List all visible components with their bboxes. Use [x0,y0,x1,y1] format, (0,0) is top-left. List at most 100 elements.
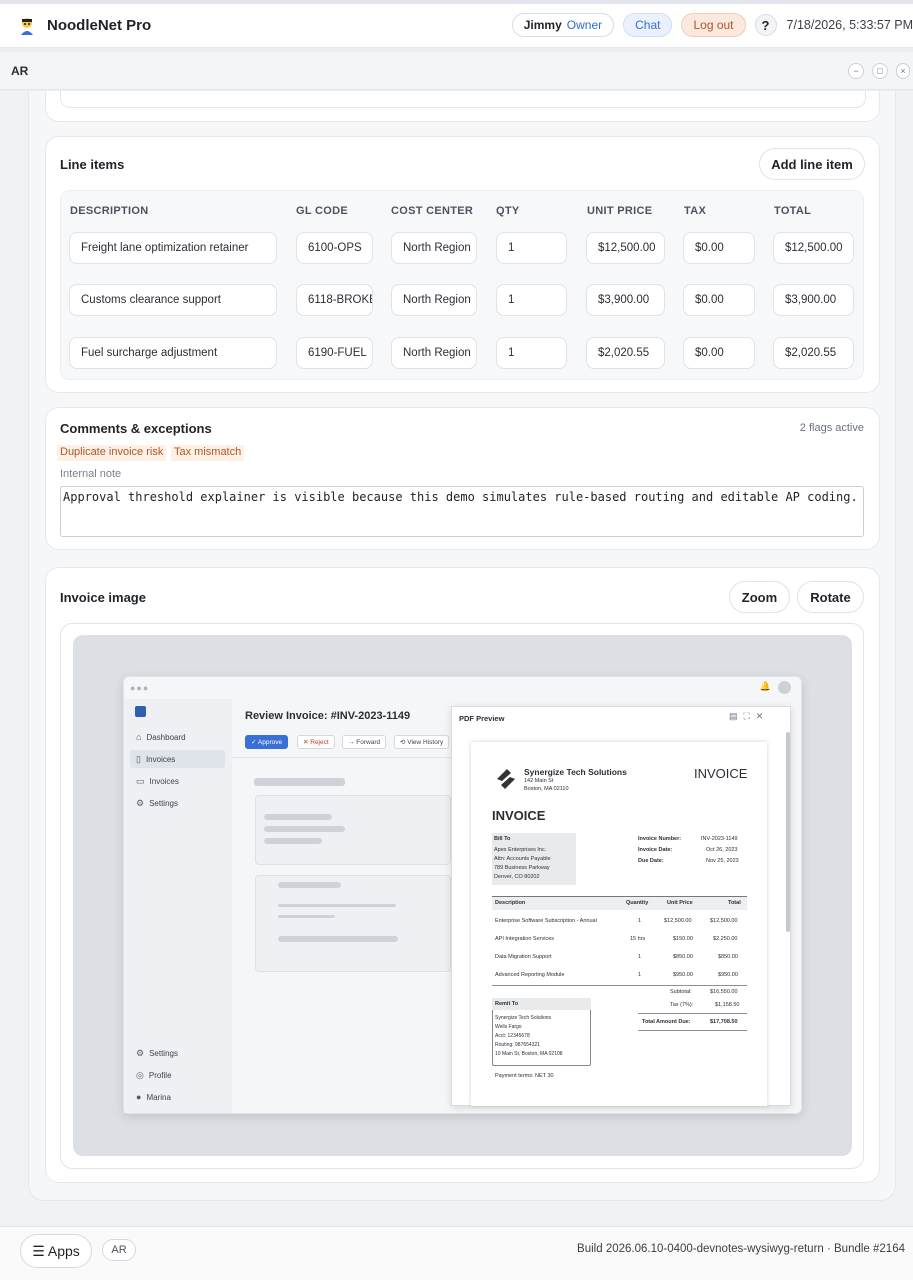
pdf-row-price: $850.00 [673,954,693,960]
avatar-icon [778,681,791,694]
close-button[interactable]: × [896,63,910,79]
skeleton-line [254,778,345,786]
invoice-meta-value: Oct 26, 2023 [706,847,738,853]
company-logo-icon [493,765,519,798]
description-input[interactable]: Customs clearance support [69,284,277,316]
skeleton-line [264,838,322,844]
user-role: Owner [566,18,603,32]
note-label: Internal note [60,468,122,480]
pdf-col-header: Description [495,900,526,906]
mock-nav-dashboard: ⌂ Dashboard [136,732,186,742]
skeleton-line [278,936,398,942]
bottom-bar: ☰ Apps AR Build 2026.06.10-0400-devnotes… [0,1226,913,1280]
previous-field[interactable] [60,91,866,108]
cost-center-input[interactable]: North Region [391,284,477,316]
column-header: COST CENTER [391,205,474,217]
pdf-toolbar-icons: ▤⛶✕ [729,711,770,721]
remit-line: 10 Main St, Boston, MA 02108 [495,1051,563,1057]
zoom-button[interactable]: Zoom [729,581,790,613]
mock-logo-icon [135,706,146,717]
remit-line: Acct: 12345678 [495,1033,530,1039]
qty-input[interactable]: 1 [496,337,567,369]
unit-price-input[interactable]: $12,500.00 [586,232,665,264]
datetime: 7/18/2026, 5:33:57 PM [786,18,913,32]
total-field[interactable]: $12,500.00 [773,232,854,264]
bill-to-line: Apex Enterprises Inc. [494,847,547,853]
pdf-row-qty: 1 [638,918,642,924]
company-address: Boston, MA 02110 [524,786,569,792]
add-line-item-button[interactable]: Add line item [759,148,865,180]
mock-review-title: Review Invoice: #INV-2023-1149 [245,710,411,722]
tax-value: $1,158.50 [715,1002,740,1008]
remit-line: Synergize Tech Solutions [495,1015,552,1021]
invoice-meta-label: Invoice Date: [638,847,673,853]
build-info: Build 2026.06.10-0400-devnotes-wysiwyg-r… [577,1243,905,1255]
pdf-row-total: $850.00 [718,954,738,960]
mock-reject-button: ✕ Reject [297,735,335,749]
logout-button[interactable]: Log out [681,13,746,37]
gl-code-input[interactable]: 6190-FUEL [296,337,373,369]
help-button[interactable]: ? [754,14,777,36]
tax-input[interactable]: $0.00 [683,232,755,264]
skeleton-line [264,826,345,832]
bill-to-line: Denver, CO 80202 [494,874,540,880]
gear-icon: ⚙ [136,797,145,808]
cost-center-input[interactable]: North Region [391,232,477,264]
description-input[interactable]: Freight lane optimization retainer [69,232,277,264]
chat-button[interactable]: Chat [623,13,673,37]
gl-code-input[interactable]: 6100-OPS [296,232,373,264]
company-address: 142 Main St [524,778,554,784]
line-items-title: Line items [60,157,125,172]
apps-button[interactable]: ☰ Apps [20,1234,92,1268]
mock-pdf-title: PDF Preview [459,714,505,723]
column-header: TOTAL [774,205,812,217]
total-field[interactable]: $2,020.55 [773,337,854,369]
qty-input[interactable]: 1 [496,232,567,264]
skeleton-line [264,814,332,820]
mock-forward-button: → Forward [342,735,387,749]
maximize-button[interactable]: □ [872,63,888,79]
unit-price-input[interactable]: $3,900.00 [586,284,665,316]
column-header: TAX [684,205,707,217]
user-icon: ◎ [136,1069,144,1080]
qty-input[interactable]: 1 [496,284,567,316]
ar-chip[interactable]: AR [102,1239,136,1261]
pdf-col-header: Total [728,900,741,906]
document-icon: ▯ [136,753,141,764]
invoice-meta-label: Due Date: [638,858,664,864]
total-field[interactable]: $3,900.00 [773,284,854,316]
flags-count: 2 flags active [799,422,864,434]
tax-input[interactable]: $0.00 [683,284,755,316]
flag-tag: Duplicate invoice risk [57,445,167,461]
invoice-image-title: Invoice image [60,590,146,605]
minimize-button[interactable]: − [848,63,864,79]
invoice-meta-value: INV-2023-1149 [701,836,738,842]
rotate-button[interactable]: Rotate [797,581,864,613]
skeleton-line [278,904,396,907]
pdf-row-desc: Data Migration Support [495,954,552,960]
mock-nav-invoices: ▯ Invoices [130,750,225,768]
mock-nav-settings-bottom: ⚙ Settings [136,1047,178,1058]
comments-title: Comments & exceptions [60,421,212,436]
user-name: Jimmy [523,18,562,32]
tax-input[interactable]: $0.00 [683,337,755,369]
subtotal-value: $16,550.00 [710,989,738,995]
invoice-heading-right: INVOICE [694,766,748,781]
internal-note-textarea[interactable]: Approval threshold explainer is visible … [60,486,864,537]
pdf-row-total: $950.00 [718,972,738,978]
column-header: DESCRIPTION [70,205,149,217]
gl-code-input[interactable]: 6118-BROKER [296,284,373,316]
skeleton-list [255,875,451,972]
mock-history-button: ⟲ View History [394,735,450,749]
card-icon: ▭ [136,775,145,786]
app-logo-icon [16,15,38,37]
user-badge[interactable]: Jimmy Owner [511,13,615,37]
total-label: Total Amount Due: [642,1019,691,1025]
pdf-row-qty: 15 hrs [630,936,646,942]
app-title: NoodleNet Pro [47,17,152,34]
description-input[interactable]: Fuel surcharge adjustment [69,337,277,369]
cost-center-input[interactable]: North Region [391,337,477,369]
unit-price-input[interactable]: $2,020.55 [586,337,665,369]
pdf-row-desc: API Integration Services [495,936,555,942]
pdf-row-total: $12,500.00 [710,918,738,924]
